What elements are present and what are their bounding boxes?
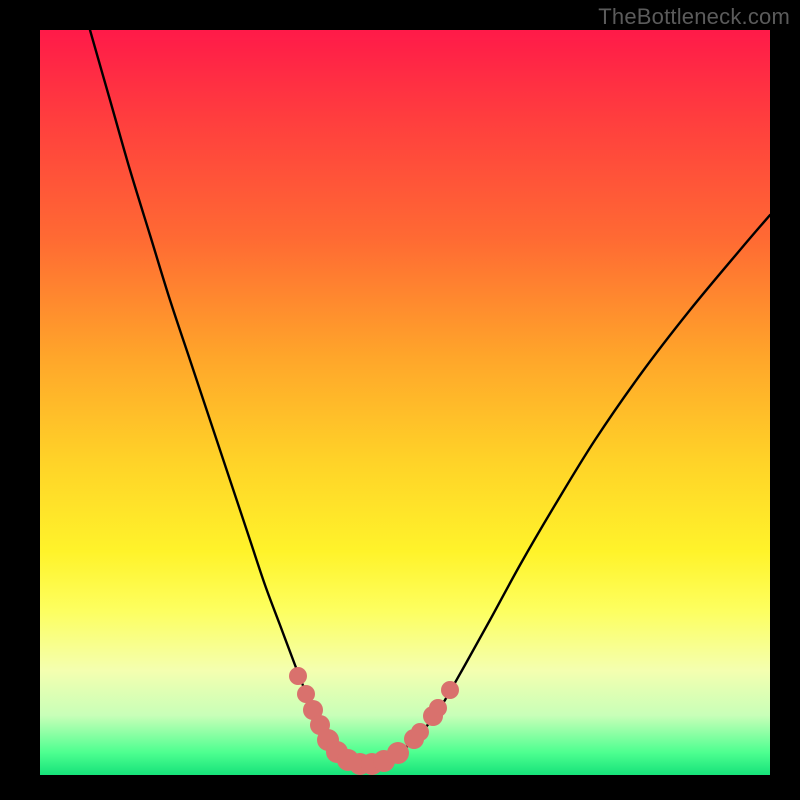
watermark-label: TheBottleneck.com [598,4,790,30]
dot [387,742,409,764]
dot [441,681,459,699]
dot [289,667,307,685]
chart-frame: TheBottleneck.com [0,0,800,800]
dot [411,723,429,741]
dot [429,699,447,717]
curve-svg [40,30,770,775]
plot-area [40,30,770,775]
bottom-dots-group [289,667,459,775]
bottleneck-curve [90,30,770,764]
